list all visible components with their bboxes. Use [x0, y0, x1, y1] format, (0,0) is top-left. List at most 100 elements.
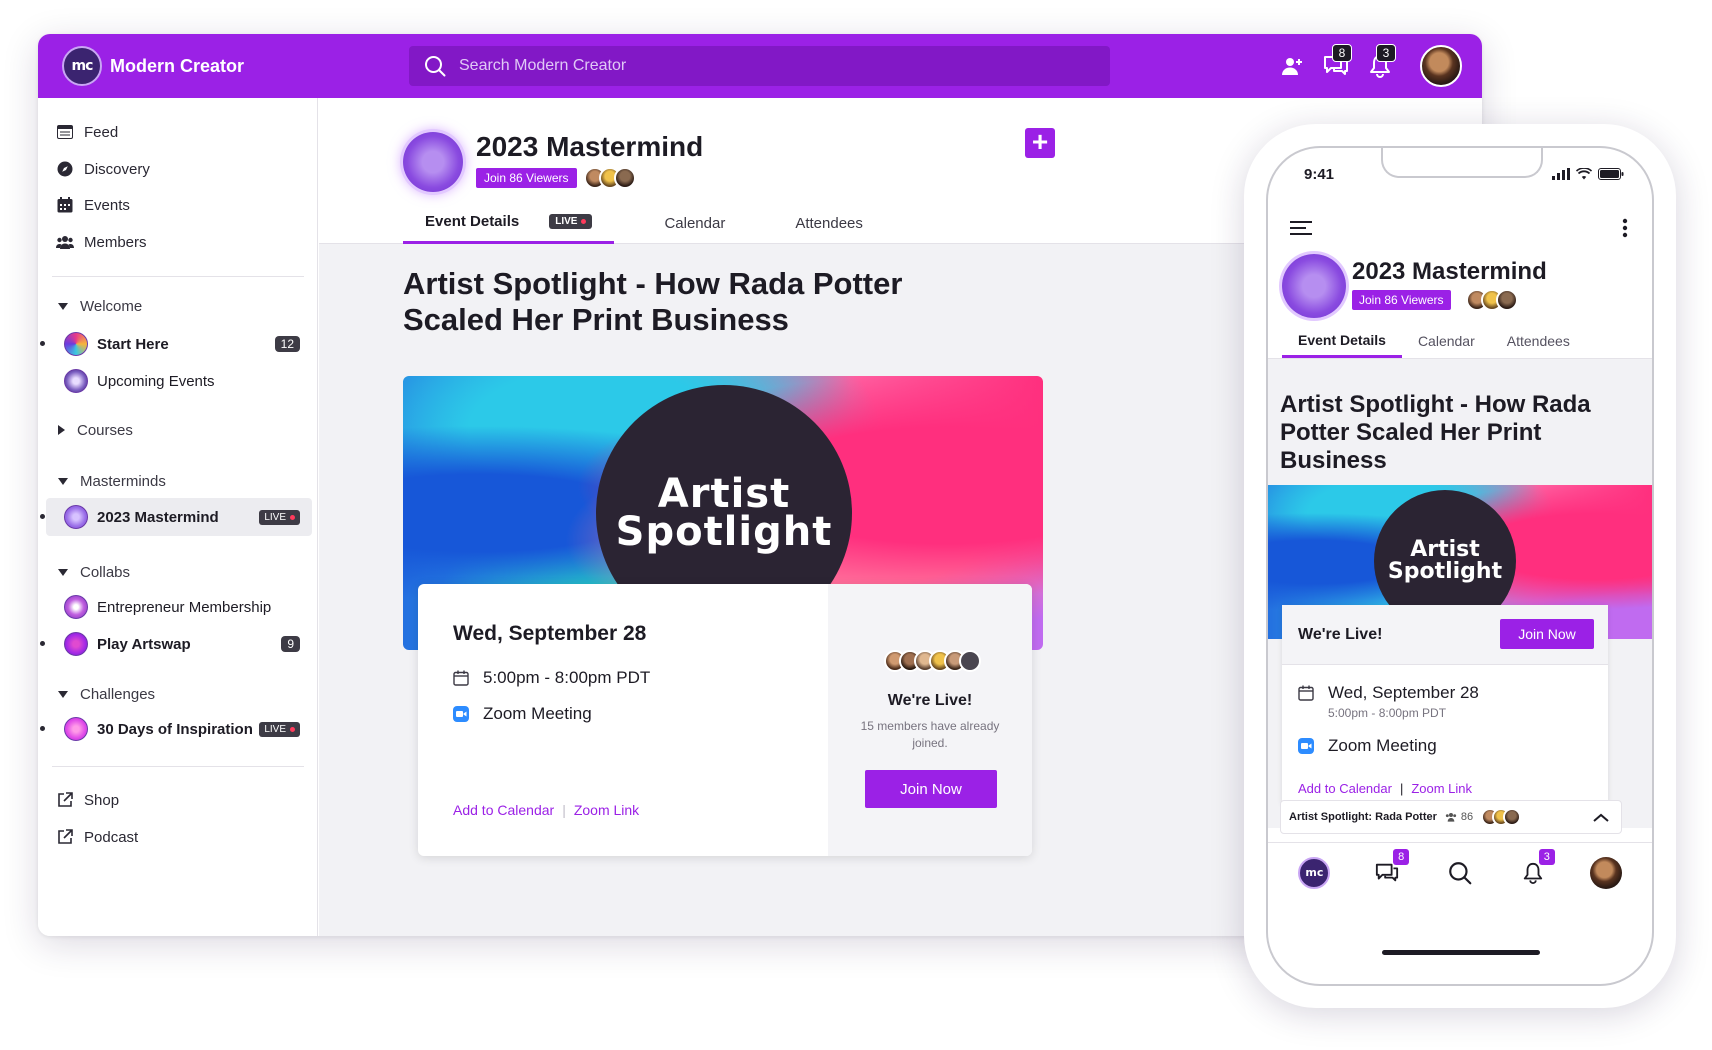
viewer-avatars: [584, 167, 636, 189]
event-links: Add to Calendar | Zoom Link: [453, 802, 639, 818]
live-badge: LIVE: [259, 721, 300, 737]
space-icon: [64, 332, 88, 356]
link-separator: |: [1399, 781, 1404, 796]
join-viewers-button[interactable]: Join 86 Viewers: [1352, 290, 1451, 310]
sidebar-item-discovery[interactable]: Discovery: [56, 152, 150, 186]
event-logo: [403, 132, 463, 192]
status-time: 9:41: [1304, 166, 1335, 183]
calendar-icon: [56, 196, 74, 214]
sidebar-item-members[interactable]: Members: [56, 225, 147, 259]
live-panel: We're Live! 15 members have already join…: [828, 584, 1032, 856]
brand-name: Modern Creator: [110, 55, 245, 76]
event-location-row: Zoom Meeting: [453, 704, 592, 724]
sidebar-item-label: Events: [84, 196, 130, 214]
user-avatar[interactable]: [1420, 45, 1462, 87]
add-to-calendar-link[interactable]: Add to Calendar: [1298, 781, 1392, 796]
tab-calendar[interactable]: Calendar: [614, 202, 765, 244]
sidebar-item-shop[interactable]: Shop: [56, 783, 119, 817]
join-now-button[interactable]: Join Now: [1500, 619, 1594, 649]
search-input[interactable]: [459, 57, 1059, 75]
space-icon: [64, 595, 88, 619]
viewer-count: 86: [1460, 811, 1474, 823]
event-tabs: Event Details LIVE Calendar Attendees: [403, 202, 893, 244]
unread-dot: [40, 641, 45, 646]
join-viewers-button[interactable]: Join 86 Viewers: [476, 168, 577, 188]
tab-event-details[interactable]: Event Details: [1282, 324, 1402, 358]
phone-screen: 9:41 2023 Mastermind Join 86 Viewers Eve…: [1266, 146, 1654, 986]
brand[interactable]: mc Modern Creator: [62, 46, 244, 86]
nav-profile[interactable]: [1588, 855, 1624, 891]
count-badge: 9: [281, 636, 300, 652]
members-icon: [1445, 813, 1457, 822]
add-button[interactable]: +: [1025, 128, 1055, 158]
space-30-days[interactable]: 30 Days of Inspiration LIVE: [40, 710, 312, 748]
signal-icon: [1552, 168, 1570, 180]
event-tabs: Event Details Calendar Attendees: [1282, 324, 1586, 358]
caret-down-icon: [58, 568, 68, 576]
more-button[interactable]: [1622, 218, 1628, 243]
live-title: We're Live!: [1298, 626, 1383, 643]
top-bar: mc Modern Creator 8 3: [38, 34, 1482, 98]
mini-player[interactable]: Artist Spotlight: Rada Potter 86: [1280, 800, 1622, 834]
group-masterminds[interactable]: Masterminds: [58, 466, 166, 496]
phone-body: Artist Spotlight - How Rada Potter Scale…: [1268, 358, 1652, 828]
caret-down-icon: [58, 477, 68, 485]
article-title: Artist Spotlight - How Rada Potter Scale…: [1280, 391, 1591, 474]
caret-down-icon: [58, 302, 68, 310]
sidebar-item-label: Discovery: [84, 160, 150, 178]
group-challenges[interactable]: Challenges: [58, 679, 155, 709]
hero-line: Spotlight: [615, 509, 833, 555]
search-bar[interactable]: [409, 46, 1110, 86]
zoom-icon: [453, 706, 469, 722]
event-card: Wed, September 28 5:00pm - 8:00pm PDT Zo…: [418, 584, 1032, 856]
add-user-icon: [1282, 58, 1302, 75]
sidebar-divider: [52, 766, 304, 767]
brand-logo: mc: [62, 46, 102, 86]
add-to-calendar-link[interactable]: Add to Calendar: [453, 802, 554, 818]
space-label: Play Artswap: [97, 635, 191, 653]
space-entrepreneur-membership[interactable]: Entrepreneur Membership: [46, 588, 312, 626]
tab-label: Calendar: [664, 214, 726, 232]
chevron-up-icon[interactable]: [1593, 813, 1609, 823]
space-upcoming-events[interactable]: Upcoming Events: [46, 362, 312, 400]
tab-calendar[interactable]: Calendar: [1402, 324, 1491, 358]
join-now-button[interactable]: Join Now: [865, 770, 997, 808]
zoom-link[interactable]: Zoom Link: [574, 802, 639, 818]
notifications-button[interactable]: 3: [1362, 42, 1398, 90]
menu-button[interactable]: [1290, 220, 1312, 241]
nav-messages[interactable]: 8: [1369, 848, 1410, 891]
sidebar-item-podcast[interactable]: Podcast: [56, 820, 138, 854]
external-link-icon: [56, 791, 74, 809]
add-user-button[interactable]: [1274, 42, 1310, 90]
group-welcome[interactable]: Welcome: [58, 291, 142, 321]
live-label: LIVE: [264, 723, 286, 735]
space-icon: [64, 632, 88, 656]
group-courses[interactable]: Courses: [58, 415, 133, 445]
sidebar-item-label: Feed: [84, 123, 119, 141]
tab-attendees[interactable]: Attendees: [765, 202, 893, 244]
zoom-link[interactable]: Zoom Link: [1411, 781, 1472, 796]
avatar: [614, 167, 636, 189]
space-label: Upcoming Events: [97, 372, 215, 390]
tab-event-details[interactable]: Event Details LIVE: [403, 202, 615, 244]
nav-notifications[interactable]: 3: [1515, 848, 1555, 891]
calendar-icon: [1298, 685, 1314, 701]
sidebar-item-events[interactable]: Events: [56, 188, 130, 222]
sidebar-item-label: Podcast: [84, 828, 139, 846]
sidebar-item-feed[interactable]: Feed: [56, 115, 118, 149]
space-start-here[interactable]: Start Here 12: [40, 325, 312, 363]
members-icon: [56, 233, 74, 251]
space-2023-mastermind[interactable]: 2023 Mastermind LIVE: [40, 498, 312, 536]
nav-home[interactable]: mc: [1296, 855, 1332, 891]
zoom-icon: [1298, 738, 1314, 754]
tab-attendees[interactable]: Attendees: [1491, 324, 1586, 358]
live-subtitle: 15 members have already joined.: [860, 719, 1000, 750]
messages-button[interactable]: 8: [1318, 42, 1354, 90]
unread-dot: [40, 726, 45, 731]
nav-search[interactable]: [1442, 855, 1478, 891]
external-link-icon: [56, 828, 74, 846]
count-badge: 12: [274, 336, 300, 352]
live-dot: [290, 514, 295, 520]
space-play-artswap[interactable]: Play Artswap 9: [40, 625, 312, 663]
group-collabs[interactable]: Collabs: [58, 557, 130, 587]
